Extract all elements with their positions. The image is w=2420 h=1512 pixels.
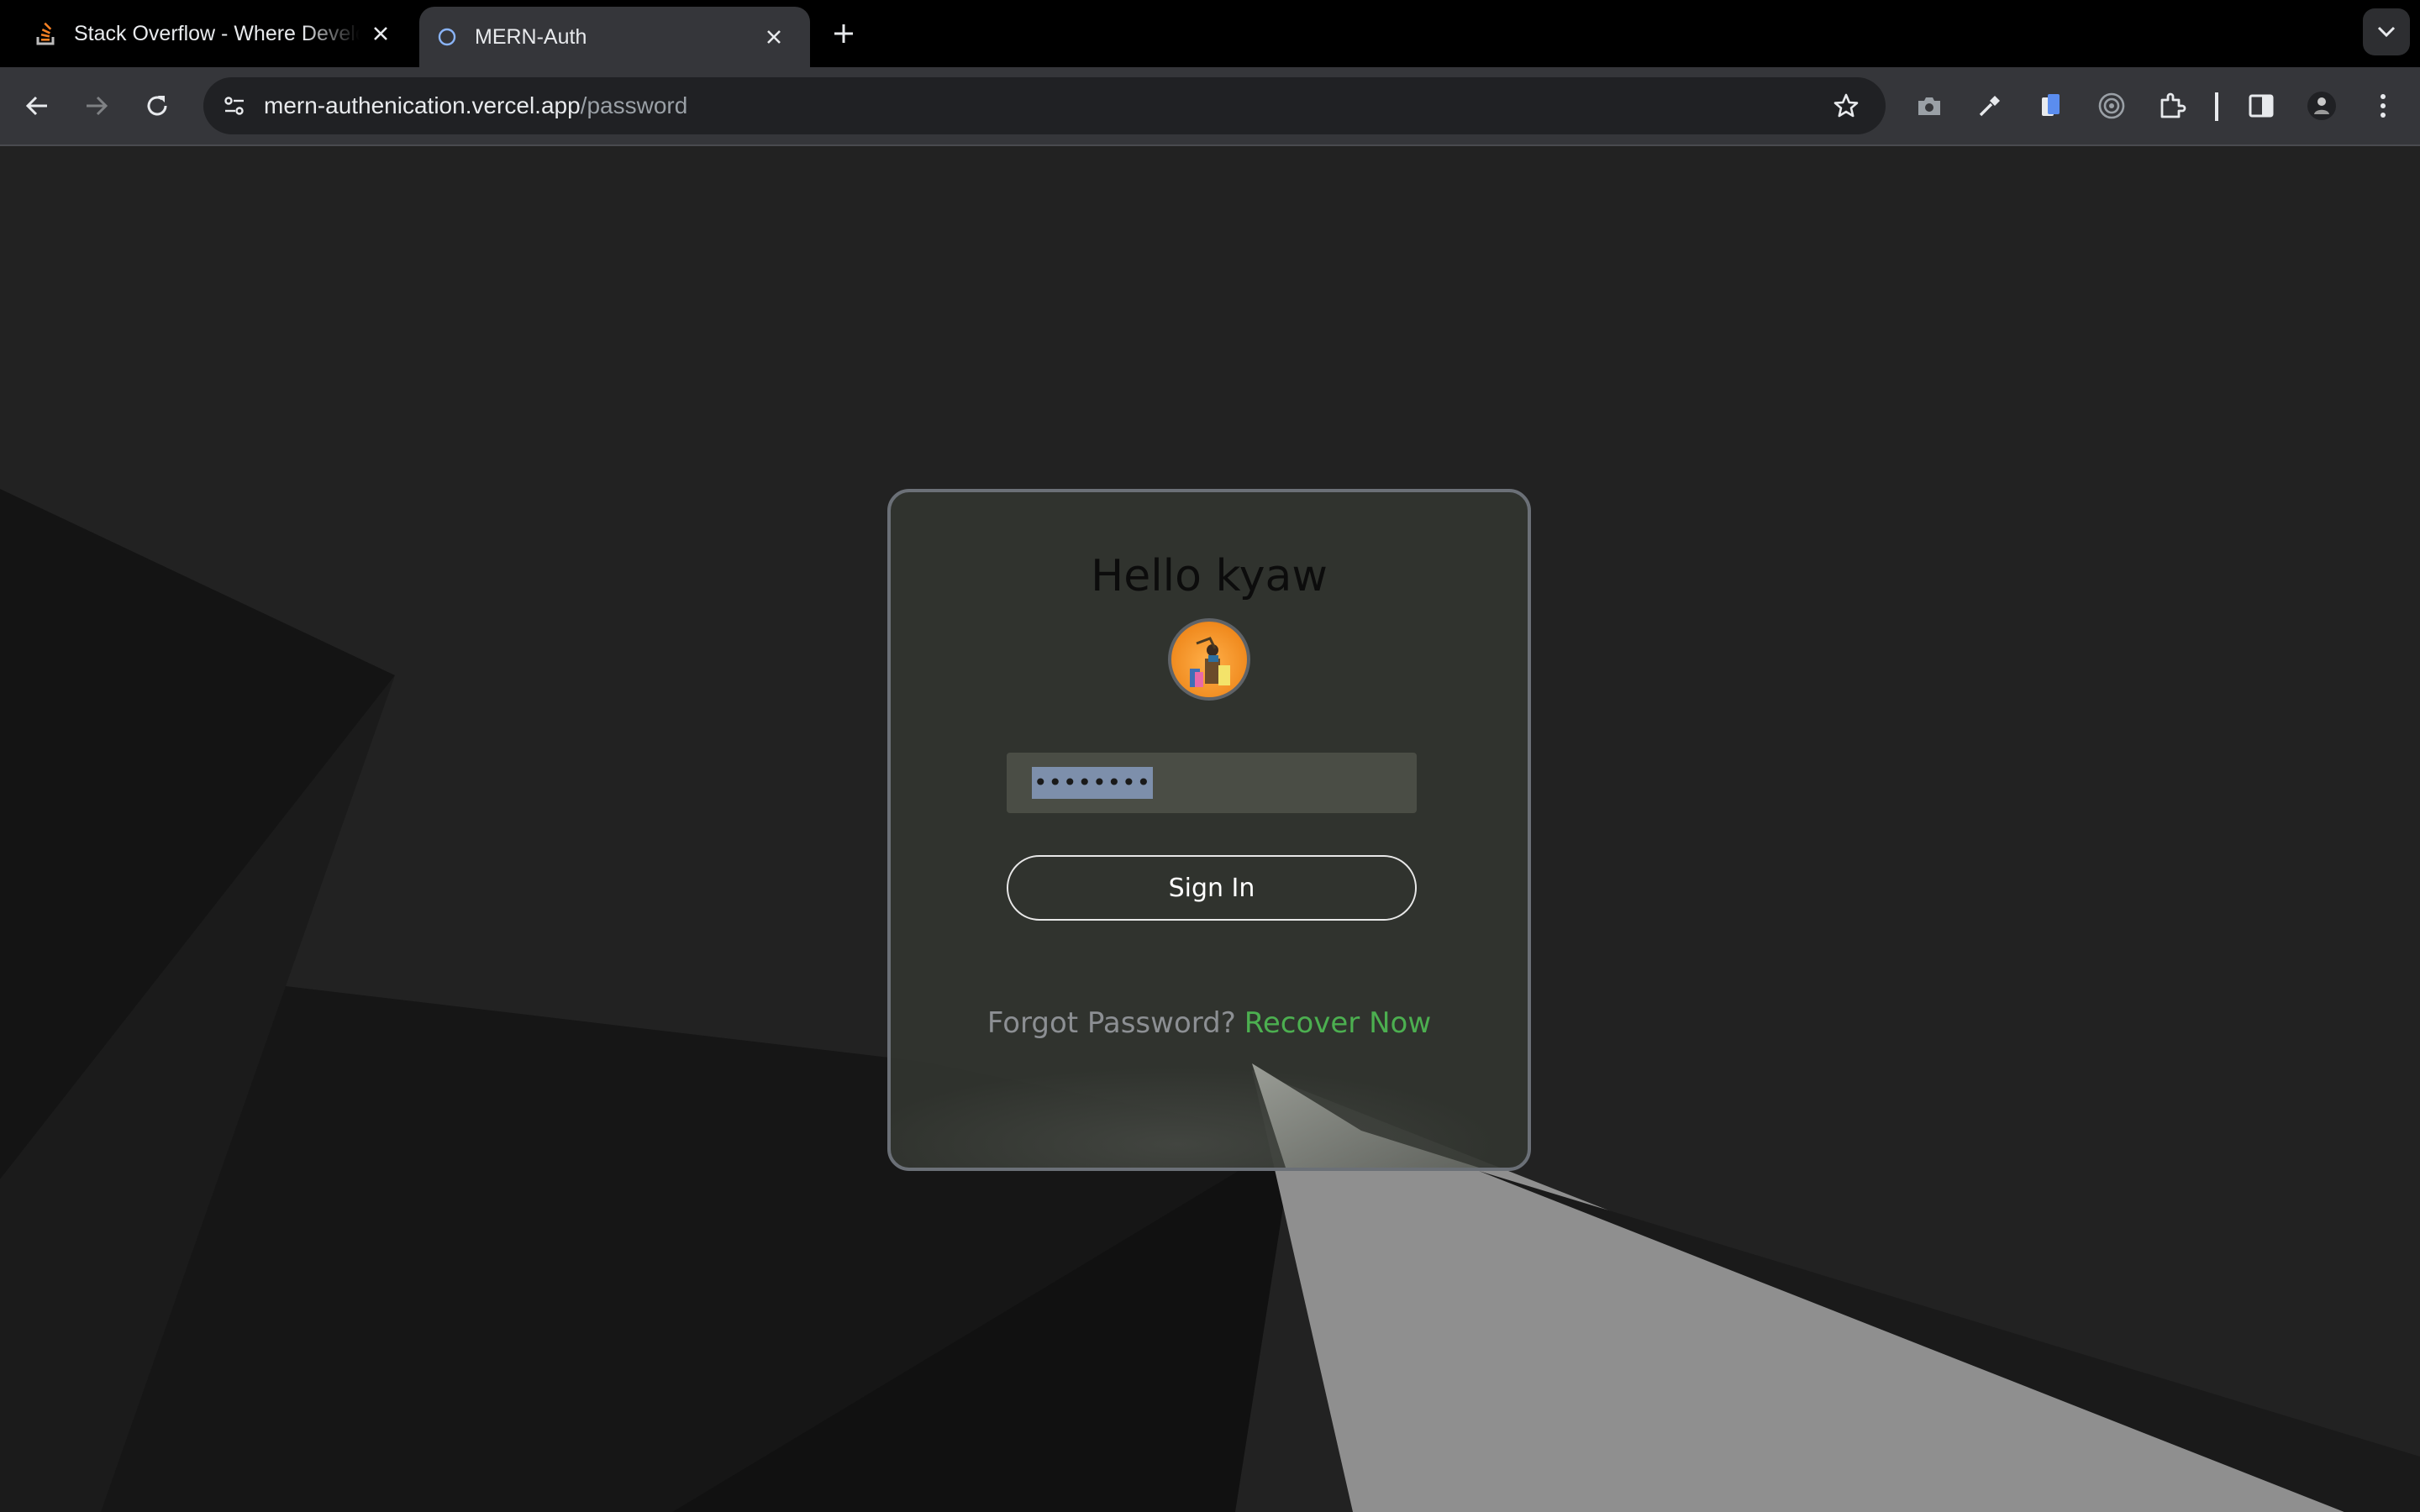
avatar-icon [2307, 92, 2336, 120]
sign-in-button[interactable]: Sign In [1007, 855, 1417, 921]
docs-extension-button[interactable] [2032, 87, 2070, 125]
tab-title: Stack Overflow - Where Developers Learn,… [74, 21, 360, 45]
camera-extension-button[interactable] [1910, 87, 1949, 125]
tab-stackoverflow[interactable]: Stack Overflow - Where Developers Learn,… [0, 0, 417, 67]
extensions-button[interactable] [2153, 87, 2191, 125]
profile-button[interactable] [2302, 87, 2341, 125]
forgot-password-row: Forgot Password? Recover Now [891, 1006, 1528, 1040]
eyedropper-extension-button[interactable] [1970, 87, 2009, 125]
stackoverflow-icon [34, 21, 59, 46]
forgot-password-text: Forgot Password? [986, 1006, 1236, 1040]
bookmark-star-icon[interactable] [1827, 87, 1865, 125]
password-selection-highlight: •••••••• [1032, 767, 1154, 799]
tab-search-button[interactable] [2363, 8, 2410, 55]
greeting-title: Hello kyaw [1091, 551, 1328, 601]
url-host: mern-authenication.vercel.app [264, 92, 581, 118]
camera-icon [1918, 97, 1940, 115]
tab-mern-auth[interactable]: MERN-Auth [419, 7, 810, 67]
globe-loading-icon [434, 24, 460, 50]
site-settings-icon[interactable] [215, 87, 254, 125]
plus-icon [834, 24, 853, 43]
toolbar-divider [2215, 92, 2218, 121]
eyedropper-icon [1979, 96, 2000, 117]
arrow-right-icon [87, 96, 108, 116]
profile-avatar [1168, 618, 1250, 701]
browser-menu-button[interactable] [2364, 87, 2402, 125]
target-icon [2098, 92, 2125, 119]
close-icon[interactable] [761, 24, 786, 50]
reload-icon [147, 96, 167, 116]
url-path: /password [580, 92, 688, 118]
side-panel-icon [2249, 94, 2274, 118]
recover-now-link[interactable]: Recover Now [1244, 1006, 1431, 1040]
url-text: mern-authenication.vercel.app/password [264, 77, 687, 134]
tab-strip: Stack Overflow - Where Developers Learn,… [0, 0, 2420, 67]
address-bar[interactable]: mern-authenication.vercel.app/password [203, 77, 1886, 134]
chevron-down-icon [2377, 26, 2396, 38]
target-extension-button[interactable] [2092, 87, 2131, 125]
arrow-left-icon [25, 96, 47, 116]
more-vertical-icon [2381, 94, 2386, 118]
avatar-illustration [1190, 637, 1230, 687]
back-button[interactable] [18, 87, 56, 125]
document-copy-icon [2042, 94, 2060, 116]
forward-button[interactable] [77, 87, 116, 125]
login-card: Hello kyaw •••••••• Sign In Forgot Passw… [887, 489, 1531, 1171]
close-icon[interactable] [368, 21, 393, 46]
puzzle-icon [2160, 92, 2186, 118]
tab-title: MERN-Auth [475, 24, 587, 49]
side-panel-button[interactable] [2242, 87, 2281, 125]
page-viewport: Hello kyaw •••••••• Sign In Forgot Passw… [0, 146, 2420, 1512]
reload-button[interactable] [138, 87, 176, 125]
browser-toolbar: mern-authenication.vercel.app/password [0, 67, 2420, 146]
new-tab-button[interactable] [827, 17, 860, 50]
